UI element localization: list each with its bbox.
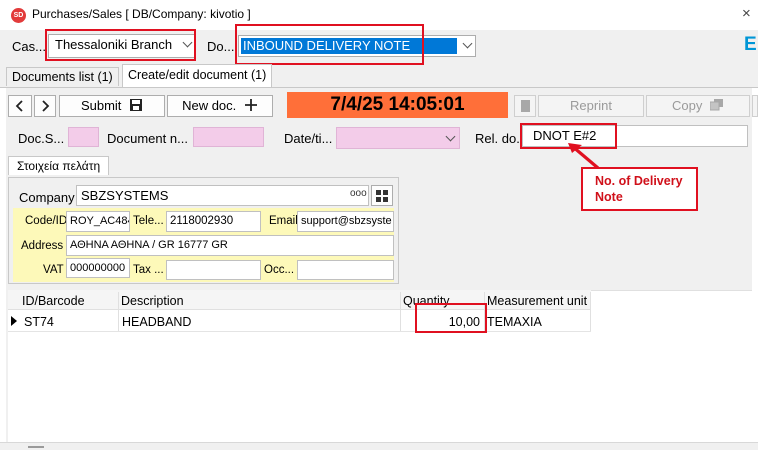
status-bar bbox=[0, 442, 758, 450]
telephone-field[interactable]: 2118002930 bbox=[166, 211, 261, 232]
copy-icon bbox=[709, 99, 723, 111]
tab-create-edit[interactable]: Create/edit document (1) bbox=[122, 64, 273, 88]
column-header-description[interactable]: Description bbox=[121, 294, 184, 308]
date-picker[interactable] bbox=[336, 127, 460, 149]
resize-grip[interactable] bbox=[28, 446, 44, 448]
cash-label: Cas... bbox=[12, 39, 46, 54]
occupation-label: Occ... bbox=[264, 264, 295, 276]
vat-label: VAT bbox=[43, 264, 64, 276]
address-field[interactable]: ΑΘΗΝΑ ΑΘΗΝΑ / GR 16777 GR bbox=[66, 235, 394, 256]
occupation-field[interactable] bbox=[297, 260, 394, 280]
chevron-down-icon bbox=[445, 131, 456, 142]
tax-office-field[interactable] bbox=[166, 260, 261, 280]
submit-button[interactable]: Submit bbox=[59, 95, 165, 117]
customer-grid-button[interactable] bbox=[371, 185, 393, 206]
plus-icon bbox=[244, 99, 257, 111]
grid-icon bbox=[376, 190, 388, 202]
address-label: Address bbox=[21, 240, 64, 252]
highlight-box-cash bbox=[45, 29, 196, 61]
vat-field[interactable]: 000000000 bbox=[66, 258, 130, 278]
reprint-button[interactable]: Reprint bbox=[538, 95, 644, 117]
trash-icon bbox=[521, 100, 530, 112]
more-options-icon[interactable]: ooo bbox=[350, 188, 367, 199]
email-label: Email bbox=[269, 215, 298, 227]
row-id: ST74 bbox=[24, 315, 54, 329]
copy-label: Copy bbox=[672, 98, 703, 113]
more-button[interactable] bbox=[752, 95, 758, 117]
right-edge-letter: E bbox=[744, 34, 757, 55]
row-selector-icon bbox=[11, 316, 17, 326]
chevron-left-icon bbox=[15, 100, 23, 112]
prev-button[interactable] bbox=[8, 95, 32, 117]
tab-customer-details[interactable]: Στοιχεία πελάτη bbox=[8, 156, 110, 175]
tax-office-label: Tax ... bbox=[133, 264, 164, 276]
document-type-label: Do... bbox=[207, 39, 235, 54]
date-label: Date/ti... bbox=[284, 131, 333, 146]
chevron-right-icon bbox=[42, 100, 50, 112]
tab-documents-list[interactable]: Documents list (1) bbox=[6, 67, 119, 86]
column-header-unit[interactable]: Measurement unit bbox=[487, 294, 589, 308]
document-number-field[interactable] bbox=[193, 127, 264, 147]
save-icon bbox=[130, 99, 143, 111]
next-button[interactable] bbox=[34, 95, 56, 117]
document-datetime: 7/4/25 14:05:01 bbox=[287, 92, 508, 118]
telephone-label: Tele... bbox=[133, 215, 164, 227]
doc-series-field[interactable] bbox=[68, 127, 99, 147]
window-title: Purchases/Sales [ DB/Company: kivotio ] bbox=[32, 7, 251, 21]
document-number-label: Document n... bbox=[107, 131, 188, 146]
highlight-box-quantity bbox=[415, 303, 487, 333]
row-unit: TEMAXIA bbox=[487, 315, 542, 329]
copy-button[interactable]: Copy bbox=[646, 95, 750, 117]
delete-button[interactable] bbox=[514, 95, 536, 117]
app-logo-icon: SD bbox=[11, 8, 26, 23]
new-document-label: New doc. bbox=[182, 98, 237, 113]
annotation-note: No. of Delivery Note bbox=[581, 167, 698, 211]
row-description: HEADBAND bbox=[122, 315, 192, 329]
close-icon[interactable]: × bbox=[742, 5, 751, 22]
new-document-button[interactable]: New doc. bbox=[167, 95, 273, 117]
company-label: Company bbox=[19, 190, 75, 205]
column-header-id[interactable]: ID/Barcode bbox=[22, 294, 85, 308]
highlight-box-doctype bbox=[235, 24, 424, 65]
code-label: Code/ID bbox=[25, 215, 68, 227]
company-field[interactable]: SBZSYSTEMS bbox=[76, 185, 369, 206]
doc-series-label: Doc.S... bbox=[18, 131, 65, 146]
email-field[interactable]: support@sbzsyste bbox=[297, 211, 394, 232]
chevron-down-icon bbox=[462, 38, 473, 49]
code-field[interactable]: ROY_AC484 bbox=[66, 211, 130, 232]
submit-label: Submit bbox=[80, 98, 122, 113]
